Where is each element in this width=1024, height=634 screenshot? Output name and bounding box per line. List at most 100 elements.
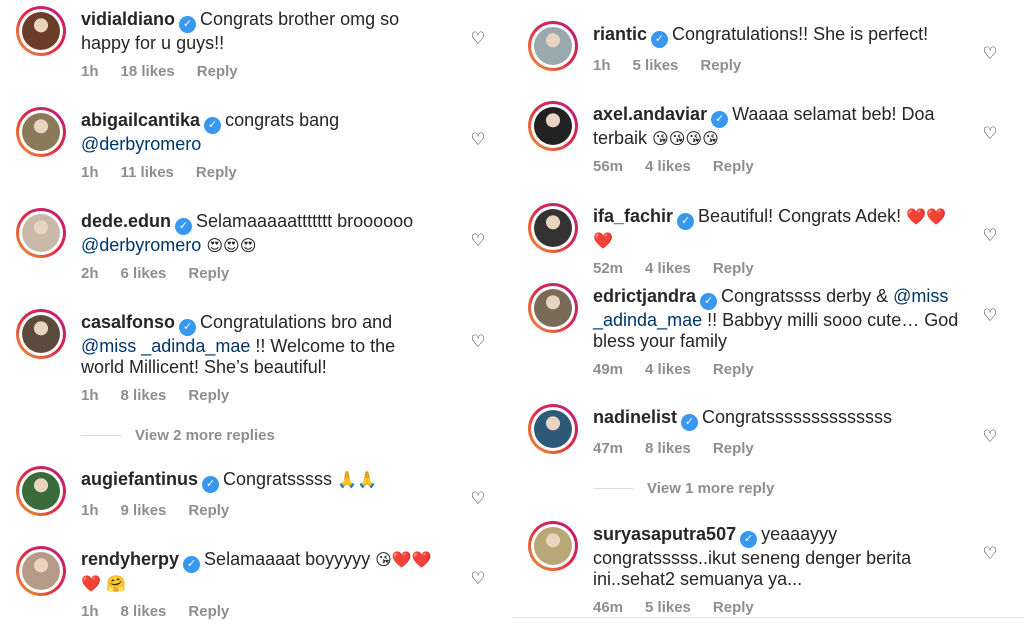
like-heart-icon[interactable]: ♡ xyxy=(981,545,999,563)
view-more-replies-label[interactable]: View 1 more reply xyxy=(647,480,774,497)
username[interactable]: suryasaputra507 xyxy=(593,524,736,544)
avatar[interactable] xyxy=(16,466,66,516)
like-heart-icon[interactable]: ♡ xyxy=(469,570,487,588)
comment-meta: 49m 4 likes Reply xyxy=(593,359,964,380)
username[interactable]: ifa_fachir xyxy=(593,206,673,226)
like-heart-icon[interactable]: ♡ xyxy=(469,490,487,508)
avatar[interactable] xyxy=(16,208,66,258)
like-heart-icon[interactable]: ♡ xyxy=(981,125,999,143)
verified-badge-icon: ✓ xyxy=(179,319,197,336)
likes-count[interactable]: 4 likes xyxy=(645,156,691,177)
verified-badge-icon: ✓ xyxy=(651,31,669,48)
reply-button[interactable]: Reply xyxy=(713,359,754,380)
comment-time[interactable]: 1h xyxy=(81,61,99,82)
avatar[interactable] xyxy=(16,6,66,56)
verified-badge-icon: ✓ xyxy=(202,476,220,493)
reply-button[interactable]: Reply xyxy=(188,385,229,406)
username[interactable]: dede.edun xyxy=(81,211,171,231)
avatar[interactable] xyxy=(16,546,66,596)
avatar-image xyxy=(22,552,60,590)
comment-time[interactable]: 49m xyxy=(593,359,623,380)
reply-button[interactable]: Reply xyxy=(188,601,229,622)
likes-count[interactable]: 8 likes xyxy=(645,438,691,459)
like-heart-icon[interactable]: ♡ xyxy=(469,30,487,48)
username[interactable]: nadinelist xyxy=(593,407,677,427)
username[interactable]: casalfonso xyxy=(81,312,175,332)
avatar[interactable] xyxy=(528,21,578,71)
avatar[interactable] xyxy=(16,107,66,157)
mention-link[interactable]: @derbyromero xyxy=(81,134,201,154)
view-more-replies-button[interactable]: View 2 more replies xyxy=(81,427,275,444)
likes-count[interactable]: 11 likes xyxy=(121,162,174,183)
reply-button[interactable]: Reply xyxy=(188,263,229,284)
reply-button[interactable]: Reply xyxy=(700,55,741,76)
username[interactable]: rendyherpy xyxy=(81,549,179,569)
comment-time[interactable]: 1h xyxy=(81,601,99,622)
avatar-image xyxy=(22,214,60,252)
avatar[interactable] xyxy=(528,203,578,253)
comment-time[interactable]: 1h xyxy=(81,162,99,183)
likes-count[interactable]: 6 likes xyxy=(121,263,167,284)
username[interactable]: abigailcantika xyxy=(81,110,200,130)
comment-body: axel.andaviar ✓ Waaaa selamat beb! Doa ter… xyxy=(593,104,964,177)
reply-button[interactable]: Reply xyxy=(196,162,237,183)
reply-button[interactable]: Reply xyxy=(713,258,754,279)
like-heart-icon[interactable]: ♡ xyxy=(981,307,999,325)
avatar[interactable] xyxy=(528,283,578,333)
comment-time[interactable]: 1h xyxy=(593,55,611,76)
likes-count[interactable]: 5 likes xyxy=(633,55,679,76)
reply-button[interactable]: Reply xyxy=(188,500,229,521)
comment-time[interactable]: 52m xyxy=(593,258,623,279)
mention-link[interactable]: @miss _adinda_mae xyxy=(81,336,250,356)
reply-button[interactable]: Reply xyxy=(713,438,754,459)
comment-text: nadinelist ✓ Congratssssssssssssss xyxy=(593,407,964,431)
avatar-image xyxy=(22,472,60,510)
comment-time[interactable]: 2h xyxy=(81,263,99,284)
comment-content: Congratssss derby & xyxy=(721,286,889,306)
comment-content: Congratssssssssssssss xyxy=(702,407,893,427)
comment-time[interactable]: 56m xyxy=(593,156,623,177)
like-heart-icon[interactable]: ♡ xyxy=(469,131,487,149)
replies-line xyxy=(81,435,121,436)
comment-time[interactable]: 46m xyxy=(593,597,623,618)
avatar[interactable] xyxy=(528,101,578,151)
likes-count[interactable]: 4 likes xyxy=(645,359,691,380)
reply-button[interactable]: Reply xyxy=(197,61,238,82)
comment-time[interactable]: 47m xyxy=(593,438,623,459)
likes-count[interactable]: 9 likes xyxy=(121,500,167,521)
reply-button[interactable]: Reply xyxy=(713,597,754,618)
likes-count[interactable]: 18 likes xyxy=(121,61,175,82)
like-heart-icon[interactable]: ♡ xyxy=(469,333,487,351)
username[interactable]: axel.andaviar xyxy=(593,104,707,124)
verified-badge-icon: ✓ xyxy=(711,111,729,128)
username[interactable]: riantic xyxy=(593,24,647,44)
likes-count[interactable]: 8 likes xyxy=(121,601,167,622)
like-heart-icon[interactable]: ♡ xyxy=(981,45,999,63)
avatar[interactable] xyxy=(16,309,66,359)
divider xyxy=(512,617,1024,618)
mention-link[interactable]: @derbyromero xyxy=(81,235,201,255)
comment-meta: 1h 8 likes Reply xyxy=(81,601,440,622)
comment-time[interactable]: 1h xyxy=(81,500,99,521)
like-heart-icon[interactable]: ♡ xyxy=(981,227,999,245)
comment-time[interactable]: 1h xyxy=(81,385,99,406)
comment-body: vidialdiano ✓ Congrats brother omg so happ… xyxy=(81,9,440,82)
username[interactable]: vidialdiano xyxy=(81,9,175,29)
avatar-image xyxy=(22,113,60,151)
avatar[interactable] xyxy=(528,521,578,571)
reply-button[interactable]: Reply xyxy=(713,156,754,177)
likes-count[interactable]: 8 likes xyxy=(121,385,167,406)
likes-count[interactable]: 5 likes xyxy=(645,597,691,618)
view-more-replies-button[interactable]: View 1 more reply xyxy=(593,480,774,497)
avatar[interactable] xyxy=(528,404,578,454)
like-heart-icon[interactable]: ♡ xyxy=(981,428,999,446)
like-heart-icon[interactable]: ♡ xyxy=(469,232,487,250)
comment-text: vidialdiano ✓ Congrats brother omg so happ… xyxy=(81,9,440,54)
view-more-replies-label[interactable]: View 2 more replies xyxy=(135,427,275,444)
comment-meta: 56m 4 likes Reply xyxy=(593,156,964,177)
comment-content: Congratulations bro and xyxy=(200,312,393,332)
likes-count[interactable]: 4 likes xyxy=(645,258,691,279)
emoji: 😘😘😘😘 xyxy=(652,129,719,148)
username[interactable]: edrictjandra xyxy=(593,286,696,306)
username[interactable]: augiefantinus xyxy=(81,469,198,489)
